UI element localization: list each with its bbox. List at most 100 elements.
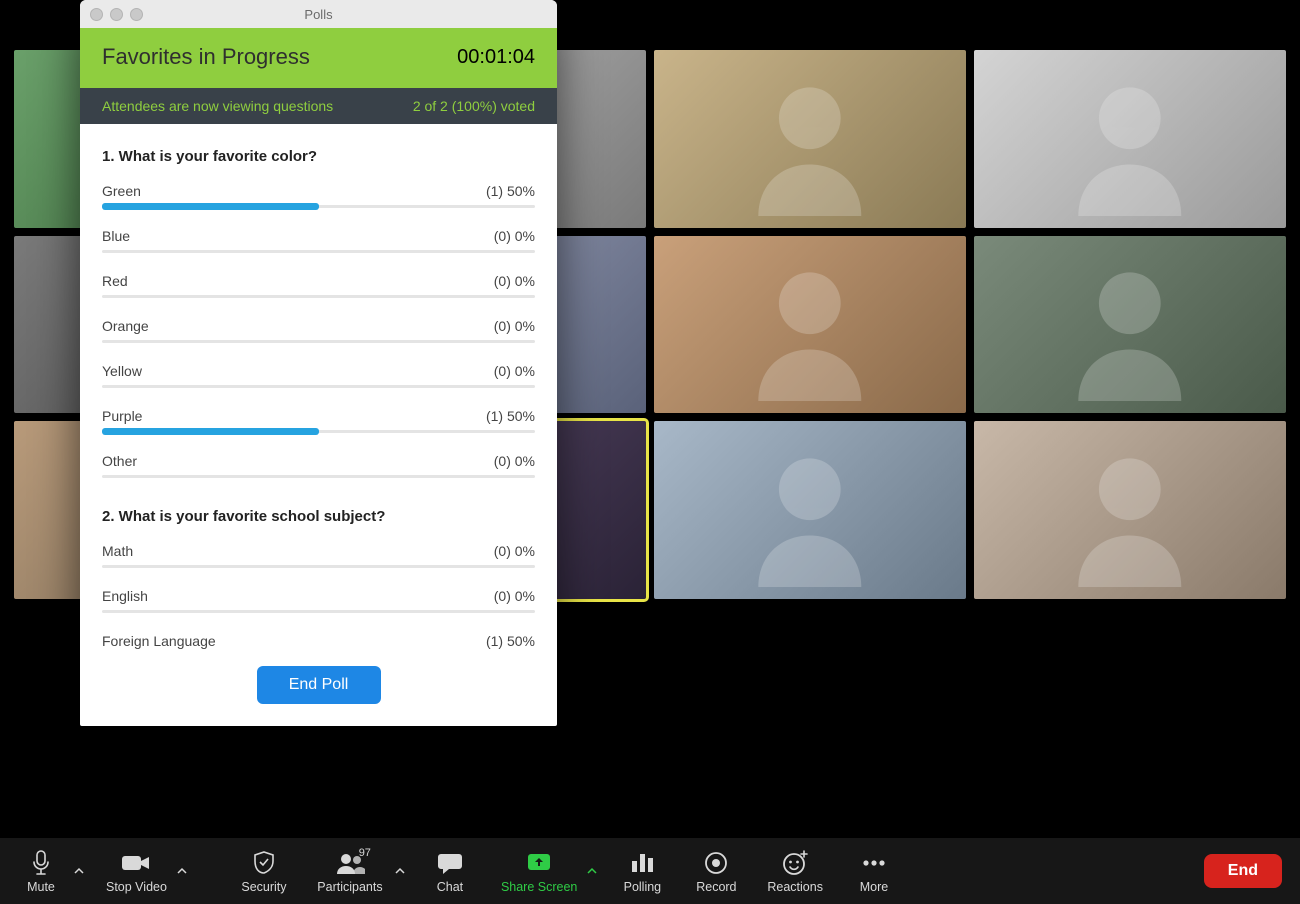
poll-option: Red (0) 0% (102, 273, 535, 298)
mute-caret[interactable] (74, 862, 84, 894)
poll-option-count: (1) 50% (486, 408, 535, 424)
video-tile[interactable] (654, 421, 966, 599)
poll-option-label: Other (102, 453, 137, 469)
poll-option-label: Yellow (102, 363, 142, 379)
poll-option: Other (0) 0% (102, 453, 535, 478)
polls-timer: 00:01:04 (457, 46, 535, 69)
poll-option: Foreign Language (1) 50% (102, 633, 535, 652)
poll-option-label: English (102, 588, 148, 604)
poll-question: 2. What is your favorite school subject?… (102, 508, 535, 652)
participants-label: Participants (317, 880, 382, 894)
security-label: Security (241, 880, 286, 894)
more-icon (861, 849, 887, 877)
minimize-dot-icon[interactable] (110, 8, 123, 21)
mute-label: Mute (27, 880, 55, 894)
zoom-dot-icon[interactable] (130, 8, 143, 21)
participant-placeholder-icon (974, 236, 1286, 414)
poll-option: Math (0) 0% (102, 543, 535, 568)
reactions-icon (782, 849, 808, 877)
reactions-label: Reactions (767, 880, 823, 894)
polls-footer: End Poll (80, 652, 557, 726)
poll-option-label: Purple (102, 408, 142, 424)
chat-button[interactable]: Chat (427, 849, 473, 894)
record-button[interactable]: Record (693, 849, 739, 894)
participants-caret[interactable] (395, 862, 405, 894)
window-traffic-lights[interactable] (90, 8, 143, 21)
polls-header-title: Favorites in Progress (102, 44, 310, 70)
poll-option-label: Orange (102, 318, 149, 334)
video-tile[interactable] (974, 421, 1286, 599)
chat-label: Chat (437, 880, 463, 894)
more-button[interactable]: More (851, 849, 897, 894)
video-tile[interactable] (654, 50, 966, 228)
video-icon (121, 849, 151, 877)
poll-option-bar-fill (102, 203, 319, 210)
video-tile[interactable] (974, 236, 1286, 414)
poll-option: Green (1) 50% (102, 183, 535, 208)
poll-option: Orange(0) 0% (102, 318, 535, 343)
poll-option-count: (0) 0% (494, 273, 535, 289)
poll-option-bar (102, 565, 535, 568)
poll-option-label: Foreign Language (102, 633, 216, 649)
polls-status-left: Attendees are now viewing questions (102, 98, 333, 114)
poll-option-count: (0) 0% (494, 588, 535, 604)
participant-placeholder-icon (654, 236, 966, 414)
poll-question-title: 2. What is your favorite school subject? (102, 508, 535, 525)
participant-placeholder-icon (654, 50, 966, 228)
participant-placeholder-icon (974, 421, 1286, 599)
chat-icon (437, 849, 463, 877)
polls-titlebar[interactable]: Polls (80, 0, 557, 28)
poll-option: Blue(0) 0% (102, 228, 535, 253)
participant-placeholder-icon (654, 421, 966, 599)
security-button[interactable]: Security (241, 849, 287, 894)
poll-option: Purple (1) 50% (102, 408, 535, 433)
polls-body[interactable]: 1. What is your favorite color?Green(1) … (80, 124, 557, 652)
poll-option-bar (102, 385, 535, 388)
poll-option-count: (1) 50% (486, 183, 535, 199)
stop-video-button[interactable]: Stop Video (106, 849, 167, 894)
poll-option-bar (102, 610, 535, 613)
polls-header: Favorites in Progress 00:01:04 (80, 28, 557, 88)
share-screen-button[interactable]: Share Screen (501, 849, 577, 894)
polling-button[interactable]: Polling (619, 849, 665, 894)
polls-status-right: 2 of 2 (100%) voted (413, 98, 535, 114)
participants-count: 97 (359, 847, 371, 859)
participants-button[interactable]: 97 Participants (315, 849, 385, 894)
video-tile[interactable] (974, 50, 1286, 228)
video-tile[interactable] (654, 236, 966, 414)
poll-option-label: Green (102, 183, 141, 199)
reactions-button[interactable]: Reactions (767, 849, 823, 894)
poll-option-count: (0) 0% (494, 228, 535, 244)
share-screen-caret[interactable] (587, 862, 597, 894)
poll-option-bar (102, 250, 535, 253)
poll-option-count: (0) 0% (494, 453, 535, 469)
poll-option: Yellow (0) 0% (102, 363, 535, 388)
poll-option-bar (102, 205, 535, 208)
more-label: More (860, 880, 888, 894)
polls-window: Polls Favorites in Progress 00:01:04 Att… (80, 0, 557, 726)
poll-option-bar (102, 430, 535, 433)
poll-option-count: (0) 0% (494, 363, 535, 379)
end-meeting-button[interactable]: End (1204, 854, 1282, 888)
stop-video-label: Stop Video (106, 880, 167, 894)
poll-option-bar (102, 340, 535, 343)
poll-option-bar-fill (102, 428, 319, 435)
poll-option-label: Red (102, 273, 128, 289)
end-poll-button[interactable]: End Poll (257, 666, 381, 704)
shield-icon (252, 849, 276, 877)
microphone-icon (31, 849, 51, 877)
polling-label: Polling (624, 880, 662, 894)
mute-button[interactable]: Mute (18, 849, 64, 894)
polls-status-bar: Attendees are now viewing questions 2 of… (80, 88, 557, 124)
record-label: Record (696, 880, 736, 894)
poll-option-count: (0) 0% (494, 543, 535, 559)
participant-placeholder-icon (974, 50, 1286, 228)
share-screen-icon (526, 849, 552, 877)
poll-option-count: (1) 50% (486, 633, 535, 649)
poll-option-label: Math (102, 543, 133, 559)
poll-option-bar (102, 475, 535, 478)
close-dot-icon[interactable] (90, 8, 103, 21)
polling-icon (630, 849, 654, 877)
video-caret[interactable] (177, 862, 187, 894)
poll-option-bar (102, 295, 535, 298)
